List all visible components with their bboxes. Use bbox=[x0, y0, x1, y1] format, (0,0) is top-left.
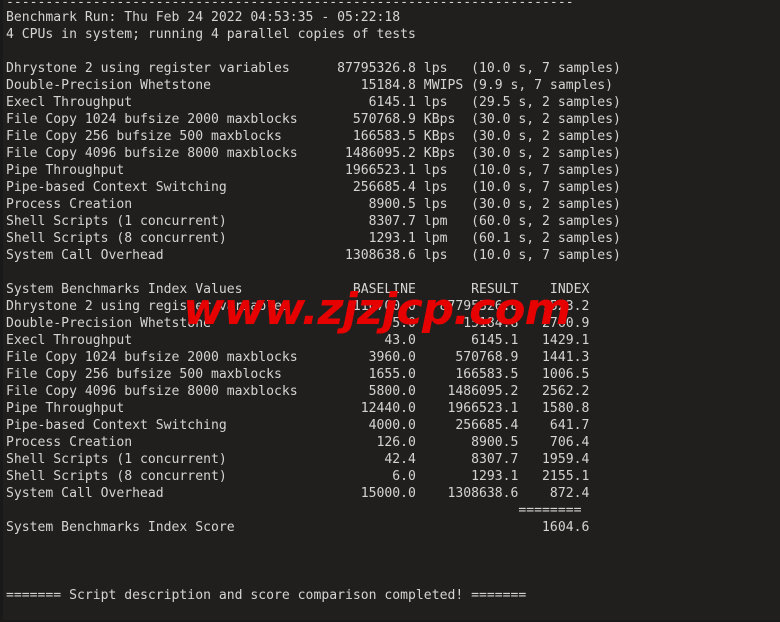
index-row: Execl Throughput 43.0 6145.1 1429.1 bbox=[6, 333, 590, 348]
terminal-output: ----------------------------------------… bbox=[0, 0, 780, 604]
result-row: File Copy 1024 bufsize 2000 maxblocks 57… bbox=[6, 112, 621, 127]
result-row: Shell Scripts (8 concurrent) 1293.1 lpm … bbox=[6, 231, 621, 246]
index-row: Double-Precision Whetstone 55.0 15184.8 … bbox=[6, 316, 590, 331]
result-row: System Call Overhead 1308638.6 lps (10.0… bbox=[6, 248, 621, 263]
result-row: Dhrystone 2 using register variables 877… bbox=[6, 61, 621, 76]
index-row: System Call Overhead 15000.0 1308638.6 8… bbox=[6, 486, 590, 501]
score-separator: ======== bbox=[6, 503, 582, 518]
score-row: System Benchmarks Index Score 1604.6 bbox=[6, 520, 590, 535]
index-row: Dhrystone 2 using register variables 116… bbox=[6, 299, 590, 314]
index-row: Pipe Throughput 12440.0 1966523.1 1580.8 bbox=[6, 401, 590, 416]
result-row: Shell Scripts (1 concurrent) 8307.7 lpm … bbox=[6, 214, 621, 229]
cpu-count-line: 4 CPUs in system; running 4 parallel cop… bbox=[6, 27, 416, 42]
index-row: Process Creation 126.0 8900.5 706.4 bbox=[6, 435, 590, 450]
result-row: File Copy 256 bufsize 500 maxblocks 1665… bbox=[6, 129, 621, 144]
separator-rule-top: ----------------------------------------… bbox=[6, 0, 574, 9]
result-row: Pipe Throughput 1966523.1 lps (10.0 s, 7… bbox=[6, 163, 621, 178]
index-row: File Copy 256 bufsize 500 maxblocks 1655… bbox=[6, 367, 590, 382]
result-row: Pipe-based Context Switching 256685.4 lp… bbox=[6, 180, 621, 195]
result-row: Execl Throughput 6145.1 lps (29.5 s, 2 s… bbox=[6, 95, 621, 110]
window-left-edge bbox=[0, 0, 3, 622]
benchmark-run-line: Benchmark Run: Thu Feb 24 2022 04:53:35 … bbox=[6, 10, 401, 25]
result-row: Double-Precision Whetstone 15184.8 MWIPS… bbox=[6, 78, 613, 93]
index-row: Shell Scripts (1 concurrent) 42.4 8307.7… bbox=[6, 452, 590, 467]
index-row: File Copy 4096 bufsize 8000 maxblocks 58… bbox=[6, 384, 590, 399]
result-row: Process Creation 8900.5 lps (30.0 s, 2 s… bbox=[6, 197, 621, 212]
result-row: File Copy 4096 bufsize 8000 maxblocks 14… bbox=[6, 146, 621, 161]
completion-line: ======= Script description and score com… bbox=[6, 588, 527, 603]
index-row: File Copy 1024 bufsize 2000 maxblocks 39… bbox=[6, 350, 590, 365]
index-header-row: System Benchmarks Index Values BASELINE … bbox=[6, 282, 590, 297]
index-row: Shell Scripts (8 concurrent) 6.0 1293.1 … bbox=[6, 469, 590, 484]
terminal-window: ----------------------------------------… bbox=[0, 0, 780, 622]
index-row: Pipe-based Context Switching 4000.0 2566… bbox=[6, 418, 590, 433]
